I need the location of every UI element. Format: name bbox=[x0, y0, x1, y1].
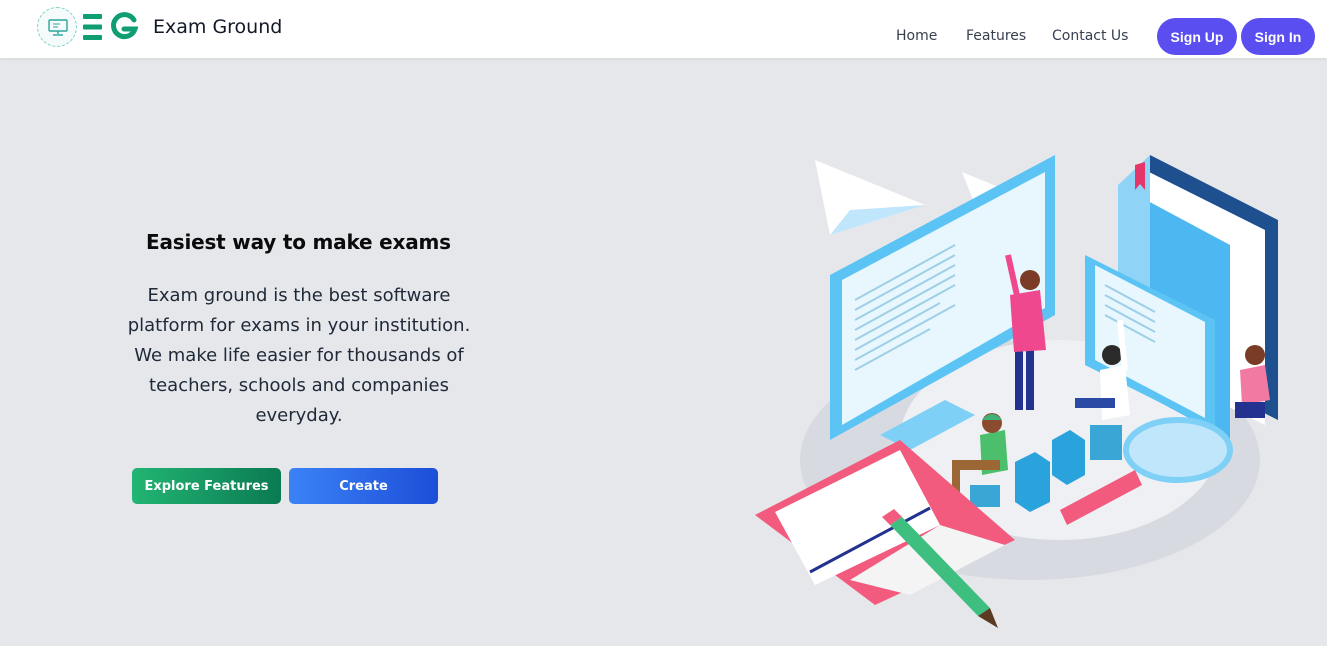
magnifier-lens bbox=[1123, 417, 1233, 483]
logo-monitor-icon bbox=[48, 19, 68, 36]
hero-title: Easiest way to make exams bbox=[146, 230, 451, 254]
logo-letter-g bbox=[111, 12, 138, 40]
paper-plane-large bbox=[815, 160, 925, 235]
nav-link-contact[interactable]: Contact Us bbox=[1052, 28, 1128, 44]
top-navbar: Exam Ground Home Features Contact Us Sig… bbox=[0, 0, 1327, 58]
hero-illustration bbox=[755, 155, 1278, 628]
sign-up-button[interactable]: Sign Up bbox=[1157, 18, 1237, 55]
create-button[interactable]: Create bbox=[289, 468, 438, 504]
hex-pillar-2 bbox=[1052, 430, 1085, 485]
brand-name[interactable]: Exam Ground bbox=[153, 16, 282, 38]
logo-badge[interactable] bbox=[37, 7, 77, 47]
logo-letter-e bbox=[83, 14, 102, 40]
hex-pillar-1 bbox=[1015, 452, 1050, 512]
sign-in-button[interactable]: Sign In bbox=[1241, 18, 1315, 55]
nav-link-home[interactable]: Home bbox=[896, 28, 937, 44]
hero-description: Exam ground is the best software platfor… bbox=[127, 285, 471, 426]
explore-features-button[interactable]: Explore Features bbox=[132, 468, 281, 504]
nav-link-features[interactable]: Features bbox=[966, 28, 1026, 44]
